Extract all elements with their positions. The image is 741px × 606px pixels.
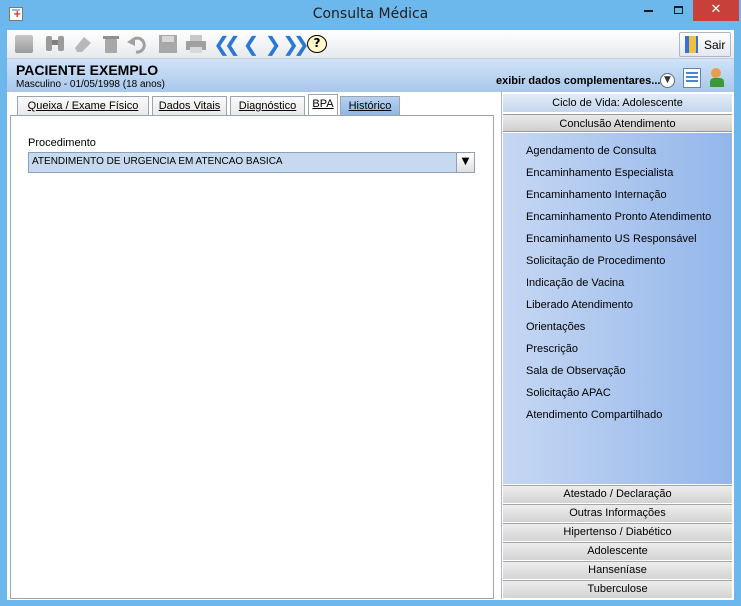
bpa-panel: Procedimento ATENDIMENTO DE URGENCIA EM … [10, 115, 494, 599]
minimize-button[interactable] [634, 0, 662, 21]
link-emergency-referral[interactable]: Encaminhamento Pronto Atendimento [526, 211, 711, 223]
section-leprosy[interactable]: Hanseníase [503, 561, 732, 579]
new-record-icon[interactable] [13, 33, 35, 55]
patient-info: Masculino - 01/05/1998 (18 anos) [16, 79, 165, 90]
exit-button[interactable]: Sair [679, 32, 731, 57]
first-record-icon[interactable]: ❮❮ [213, 33, 240, 55]
section-other-info[interactable]: Outras Informações [503, 504, 732, 522]
patient-profile-icon[interactable] [710, 68, 730, 88]
maximize-icon [673, 6, 683, 14]
close-button[interactable]: ✕ [693, 0, 739, 21]
consultation-window: ❮❮ ❮ ❯ ❯❯ ? Sair PACIENTE EXEMPLO Mascul… [7, 30, 734, 600]
chevron-down-icon[interactable]: ▼ [456, 153, 474, 172]
patient-name: PACIENTE EXEMPLO [16, 62, 159, 78]
link-guidance[interactable]: Orientações [526, 321, 585, 333]
section-hypertension-diabetes[interactable]: Hipertenso / Diabético [503, 523, 732, 541]
tab-complaint-exam[interactable]: Queixa / Exame Físico [17, 96, 149, 116]
last-record-icon[interactable]: ❯❯ [282, 33, 309, 55]
title-bar: Consulta Médica ✕ [0, 0, 741, 30]
patient-document-icon[interactable] [683, 68, 701, 88]
close-icon: ✕ [710, 2, 722, 17]
link-responsible-unit-referral[interactable]: Encaminhamento US Responsável [526, 233, 697, 245]
window-title: Consulta Médica [312, 6, 429, 22]
maximize-button[interactable] [664, 0, 692, 21]
link-procedure-request[interactable]: Solicitação de Procedimento [526, 255, 665, 267]
next-record-icon[interactable]: ❯ [259, 33, 282, 55]
help-icon[interactable]: ? [306, 33, 328, 55]
tab-diagnosis[interactable]: Diagnóstico [230, 96, 305, 116]
section-tuberculosis[interactable]: Tuberculose [503, 580, 732, 598]
exit-door-icon [685, 36, 698, 53]
patient-header: PACIENTE EXEMPLO Masculino - 01/05/1998 … [7, 59, 734, 92]
conclusion-links: Agendamento de Consulta Encaminhamento E… [503, 133, 732, 484]
previous-record-icon[interactable]: ❮ [237, 33, 260, 55]
minimize-icon [643, 10, 653, 12]
exit-button-label: Sair [704, 37, 726, 52]
tab-bpa[interactable]: BPA [308, 94, 338, 116]
link-specialist-referral[interactable]: Encaminhamento Especialista [526, 167, 673, 179]
link-discharge[interactable]: Liberado Atendimento [526, 299, 633, 311]
eraser-icon[interactable] [72, 33, 94, 55]
link-observation-room[interactable]: Sala de Observação [526, 365, 626, 377]
binoculars-search-icon[interactable] [44, 33, 66, 55]
link-shared-care[interactable]: Atendimento Compartilhado [526, 409, 662, 421]
tab-strip: Queixa / Exame Físico Dados Vitais Diagn… [7, 92, 502, 116]
life-cycle-header: Ciclo de Vida: Adolescente [503, 94, 732, 112]
chevron-down-icon[interactable]: ▼ [660, 73, 675, 88]
show-more-link[interactable]: exibir dados complementares... [496, 75, 660, 87]
procedure-select[interactable]: ATENDIMENTO DE URGENCIA EM ATENCAO BASIC… [28, 152, 475, 173]
procedure-label: Procedimento [28, 137, 96, 149]
link-apac-request[interactable]: Solicitação APAC [526, 387, 611, 399]
link-vaccine-indication[interactable]: Indicação de Vacina [526, 277, 624, 289]
tab-vital-data[interactable]: Dados Vitais [152, 96, 227, 116]
link-prescription[interactable]: Prescrição [526, 343, 578, 355]
undo-icon[interactable] [126, 33, 148, 55]
save-disk-icon[interactable] [157, 33, 179, 55]
trash-icon[interactable] [100, 33, 122, 55]
side-panel: Ciclo de Vida: Adolescente Conclusão Ate… [501, 92, 732, 599]
print-icon[interactable] [185, 33, 207, 55]
tab-history[interactable]: Histórico [340, 96, 400, 116]
link-hospitalization-referral[interactable]: Encaminhamento Internação [526, 189, 667, 201]
conclusion-header[interactable]: Conclusão Atendimento [503, 114, 732, 132]
section-adolescent[interactable]: Adolescente [503, 542, 732, 560]
toolbar: ❮❮ ❮ ❯ ❯❯ ? Sair [7, 30, 734, 59]
procedure-value: ATENDIMENTO DE URGENCIA EM ATENCAO BASIC… [32, 156, 283, 167]
link-schedule-consultation[interactable]: Agendamento de Consulta [526, 145, 656, 157]
section-certificate[interactable]: Atestado / Declaração [503, 485, 732, 503]
